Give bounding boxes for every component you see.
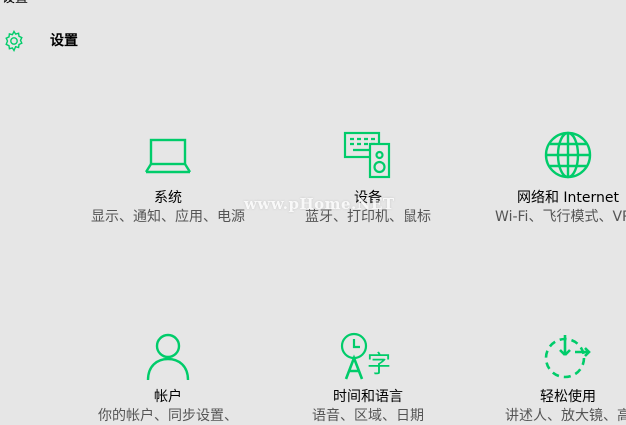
tile-system[interactable]: 系统 显示、通知、应用、电源 (84, 130, 252, 227)
person-icon (146, 333, 190, 381)
tile-system-desc: 显示、通知、应用、电源 (91, 209, 245, 225)
tile-network-label: 网络和 Internet (516, 190, 620, 206)
gear-icon (5, 30, 23, 53)
tile-network[interactable]: 网络和 Internet Wi-Fi、飞行模式、VPN (484, 130, 626, 227)
ease-of-access-icon (544, 335, 591, 379)
tile-devices-label: 设备 (354, 190, 382, 206)
tile-ease-of-access[interactable]: 轻松使用 讲述人、放大镜、高 (484, 332, 626, 425)
tile-accounts-label: 帐户 (154, 389, 182, 405)
settings-window: 设置 设置 系统 显示、通知、应用、电源 设备 蓝牙、打印机、鼠标 (0, 0, 626, 425)
globe-icon (544, 131, 592, 179)
tile-time-language[interactable]: 字 时间和语言 语音、区域、日期 (284, 332, 452, 425)
tile-ease-of-access-label: 轻松使用 (540, 389, 596, 405)
tile-time-language-label: 时间和语言 (333, 389, 403, 405)
tile-time-language-desc: 语音、区域、日期 (312, 408, 424, 424)
laptop-icon (144, 138, 192, 174)
tile-devices[interactable]: 设备 蓝牙、打印机、鼠标 (284, 130, 452, 227)
tile-system-label: 系统 (154, 190, 182, 206)
tile-accounts-desc: 你的帐户、同步设置、 (98, 408, 238, 424)
svg-text:字: 字 (367, 350, 391, 378)
tile-devices-desc: 蓝牙、打印机、鼠标 (305, 209, 431, 225)
tile-network-desc: Wi-Fi、飞行模式、VPN (495, 209, 626, 225)
devices-icon (343, 131, 391, 179)
page-title: 设置 (50, 33, 78, 49)
tile-ease-of-access-desc: 讲述人、放大镜、高 (505, 408, 626, 424)
time-language-icon: 字 (340, 332, 391, 380)
tile-accounts[interactable]: 帐户 你的帐户、同步设置、 (84, 332, 252, 425)
window-title: 设置 (2, 0, 28, 7)
